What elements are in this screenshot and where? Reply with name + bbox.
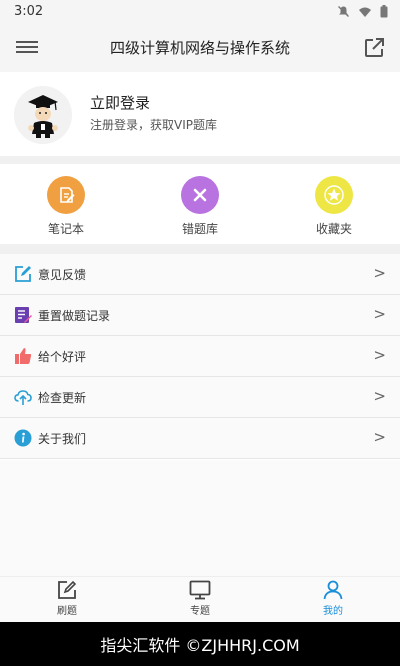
wrong-questions-button[interactable]: 错题库 <box>150 176 250 237</box>
empty-area <box>0 460 400 576</box>
notebook-icon <box>47 176 85 214</box>
chevron-right-icon: > <box>373 428 386 446</box>
quick-actions: 笔记本 错题库 收藏夹 <box>0 164 400 244</box>
tab-practice[interactable]: 刷题 <box>0 579 134 617</box>
page-title: 四级计算机网络与操作系统 <box>109 39 290 57</box>
list-item-rate[interactable]: 给个好评 > <box>0 336 400 377</box>
tab-label: 刷题 <box>57 606 77 617</box>
notification-off-icon <box>338 6 349 17</box>
status-time: 3:02 <box>14 4 44 19</box>
list-item-feedback[interactable]: 意见反馈 > <box>0 254 400 295</box>
status-bar: 3:02 <box>0 0 400 24</box>
pencil-square-icon <box>58 580 77 599</box>
star-icon <box>315 176 353 214</box>
graduate-avatar-icon <box>14 86 72 144</box>
tab-topics[interactable]: 专题 <box>133 579 267 617</box>
chevron-right-icon: > <box>373 264 386 282</box>
cloud-upload-icon <box>14 390 32 405</box>
user-icon <box>323 580 343 600</box>
login-subtitle: 注册登录，获取VIP题库 <box>90 118 217 132</box>
chevron-right-icon: > <box>373 387 386 405</box>
list-item-check-update[interactable]: 检查更新 > <box>0 377 400 418</box>
list-item-label: 给个好评 <box>38 350 87 364</box>
reset-record-icon <box>15 307 32 323</box>
section-divider <box>0 156 400 164</box>
info-icon <box>14 429 32 447</box>
list-item-label: 关于我们 <box>38 432 87 446</box>
tab-mine[interactable]: 我的 <box>266 579 400 617</box>
chevron-right-icon: > <box>373 346 386 364</box>
profile-card[interactable]: 立即登录 注册登录，获取VIP题库 <box>0 72 400 156</box>
close-icon <box>181 176 219 214</box>
list-item-about[interactable]: 关于我们 > <box>0 418 400 459</box>
favorites-label: 收藏夹 <box>315 222 352 236</box>
settings-list: 意见反馈 > 重置做题记录 > 给个好评 > 检查更新 > 关于我们 > <box>0 254 400 459</box>
tab-label: 专题 <box>190 606 210 617</box>
battery-icon <box>380 5 388 18</box>
status-icons <box>337 5 388 18</box>
notebook-label: 笔记本 <box>47 222 84 236</box>
list-item-label: 检查更新 <box>38 391 87 405</box>
section-divider <box>0 244 400 254</box>
tab-label: 我的 <box>323 606 343 617</box>
share-icon[interactable] <box>362 36 386 60</box>
avatar[interactable] <box>14 86 72 144</box>
notebook-button[interactable]: 笔记本 <box>16 176 116 237</box>
list-item-label: 重置做题记录 <box>38 309 111 323</box>
list-item-reset-record[interactable]: 重置做题记录 > <box>0 295 400 336</box>
favorites-button[interactable]: 收藏夹 <box>284 176 384 237</box>
bottom-tab-bar: 刷题 专题 我的 <box>0 576 400 623</box>
monitor-icon <box>189 580 211 600</box>
watermark-banner: 指尖汇软件 ©ZJHHRJ.COM <box>0 622 400 666</box>
chevron-right-icon: > <box>373 305 386 323</box>
wifi-icon <box>359 7 371 17</box>
edit-icon <box>15 266 31 282</box>
login-title[interactable]: 立即登录 <box>90 92 150 113</box>
list-item-label: 意见反馈 <box>38 268 87 282</box>
wrong-questions-label: 错题库 <box>181 222 218 236</box>
watermark-text: 指尖汇软件 ©ZJHHRJ.COM <box>100 636 300 655</box>
thumbs-up-icon <box>15 348 32 364</box>
app-bar: 四级计算机网络与操作系统 <box>0 24 400 72</box>
